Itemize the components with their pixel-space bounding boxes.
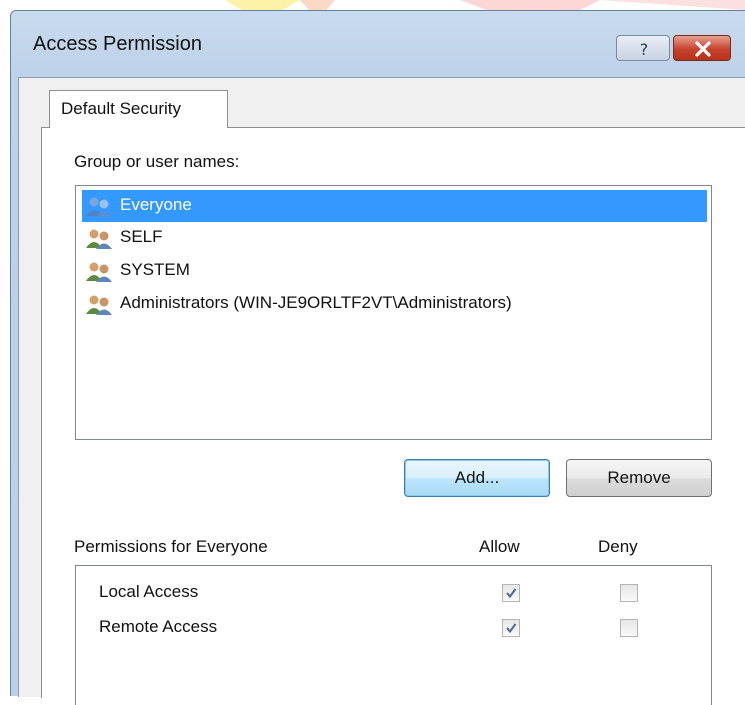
help-button[interactable]: ? (616, 35, 670, 61)
permission-name: Remote Access (99, 617, 218, 636)
local-access-allow-checkbox[interactable] (502, 584, 520, 602)
close-x-icon (695, 41, 711, 57)
close-button[interactable] (673, 35, 731, 61)
checkmark-icon (506, 588, 517, 599)
users-listbox[interactable]: Everyone SELF SYSTEM Administrators (WIN… (75, 185, 712, 440)
permission-row-local-access: Local Access (76, 576, 711, 612)
checkmark-icon (506, 623, 517, 634)
remove-button[interactable]: Remove (566, 459, 712, 497)
permission-row-remote-access: Remote Access (76, 611, 711, 647)
remote-access-allow-checkbox[interactable] (502, 619, 520, 637)
user-name: SELF (120, 227, 163, 246)
list-item-everyone[interactable]: Everyone (82, 190, 707, 222)
user-group-icon (86, 197, 112, 217)
permissions-list: Local Access Remote Access (75, 565, 712, 705)
users-list-label: Group or user names: (74, 152, 240, 171)
user-group-icon (86, 295, 112, 315)
title-bar: Access Permission ? (11, 11, 745, 71)
deny-column-header: Deny (598, 537, 638, 556)
list-item-self[interactable]: SELF (82, 222, 707, 254)
tab-label: Default Security (61, 99, 181, 118)
window-title: Access Permission (33, 33, 202, 55)
permission-name: Local Access (99, 582, 199, 601)
user-name: Everyone (120, 195, 192, 214)
tab-panel: Group or user names: Everyone SELF SYSTE… (41, 127, 745, 705)
user-group-icon (86, 229, 112, 249)
access-permission-dialog: Access Permission ? Default Security Gro… (10, 10, 745, 705)
allow-column-header: Allow (479, 537, 520, 556)
svg-text:?: ? (640, 40, 649, 59)
list-item-system[interactable]: SYSTEM (82, 255, 707, 287)
help-question-icon: ? (640, 40, 649, 59)
remote-access-deny-checkbox[interactable] (620, 619, 638, 637)
add-button[interactable]: Add... (404, 459, 550, 497)
list-item-administrators[interactable]: Administrators (WIN-JE9ORLTF2VT\Administ… (82, 288, 707, 320)
user-name: Administrators (WIN-JE9ORLTF2VT\Administ… (120, 293, 512, 312)
local-access-deny-checkbox[interactable] (620, 584, 638, 602)
tab-default-security[interactable]: Default Security (49, 90, 228, 128)
user-name: SYSTEM (120, 260, 190, 279)
user-group-icon (86, 262, 112, 282)
dialog-client-area: Default Security Group or user names: Ev… (18, 77, 745, 705)
permissions-label: Permissions for Everyone (74, 537, 268, 556)
